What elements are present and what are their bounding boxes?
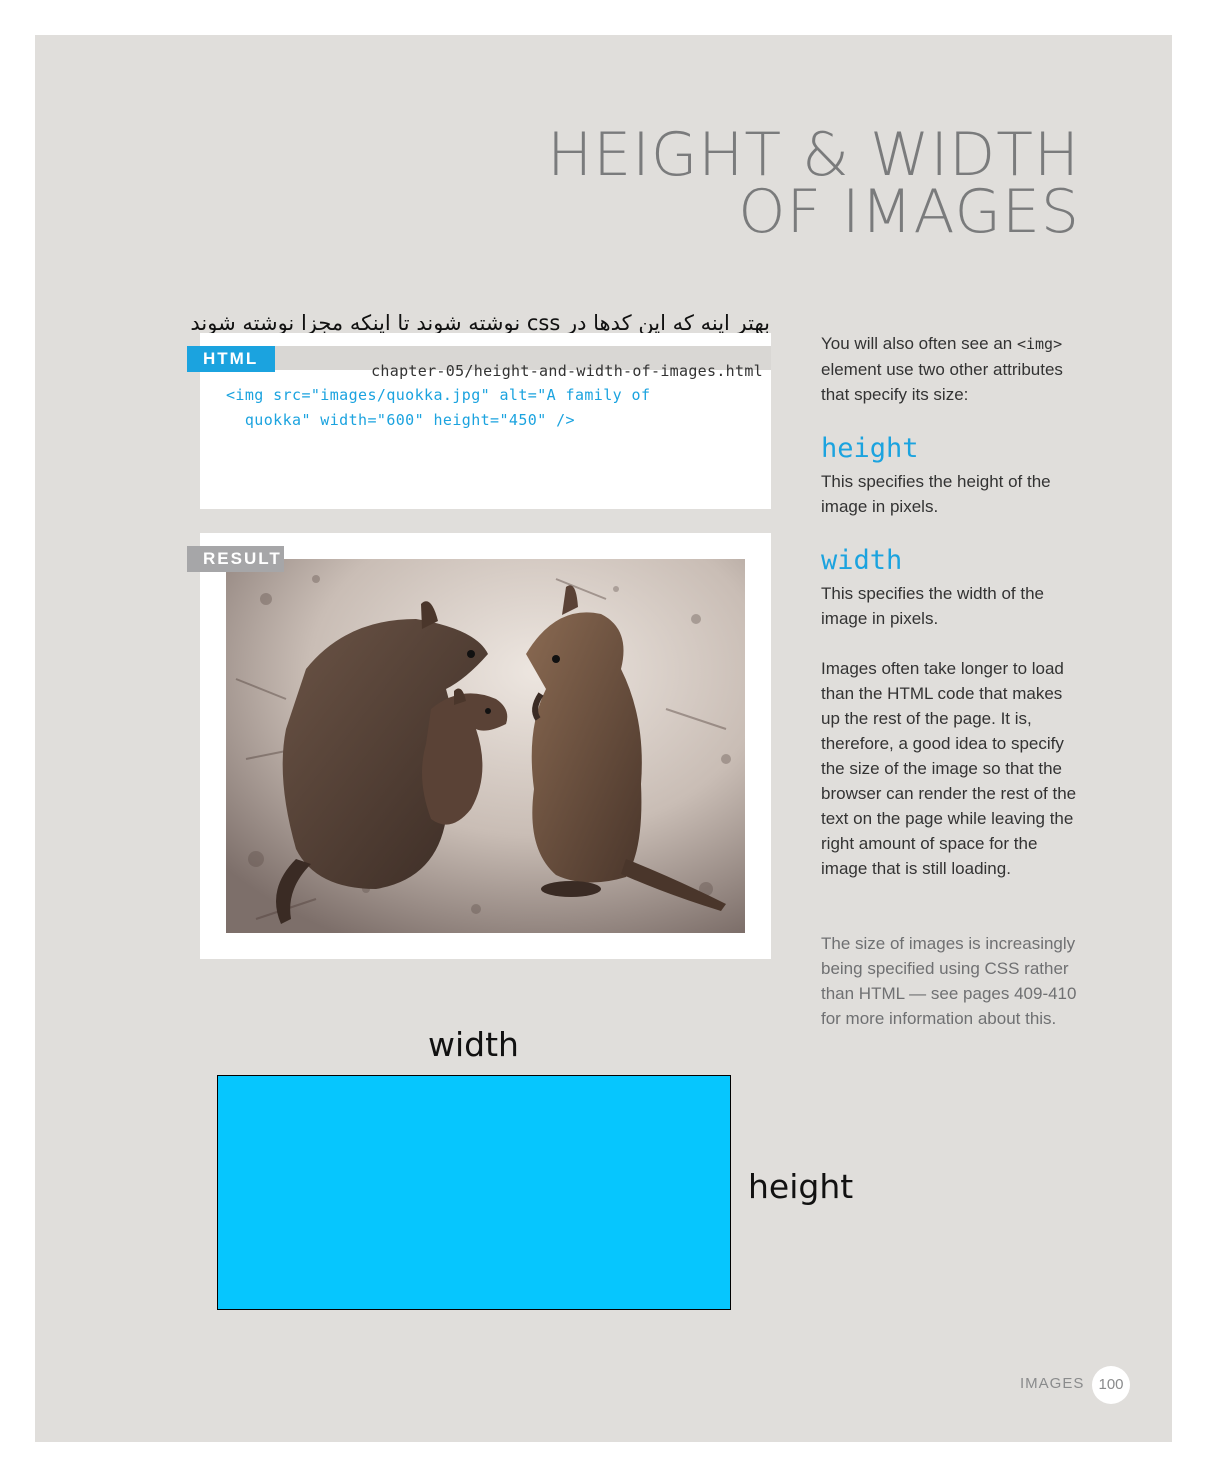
attribute-height-heading: height [821, 433, 919, 464]
title-line-1: HEIGHT & WIDTH [547, 120, 1080, 190]
sidebar-paragraph: Images often take longer to load than th… [821, 659, 1077, 878]
page-title: HEIGHT & WIDTH OF IMAGES [547, 120, 1080, 247]
html-code-panel: chapter-05/height-and-width-of-images.ht… [200, 333, 771, 509]
title-line-2: OF IMAGES [738, 177, 1080, 247]
quokka-illustration [226, 559, 745, 933]
result-panel [200, 533, 771, 959]
html-tag: HTML [187, 346, 275, 372]
footer-section-label: IMAGES [1020, 1375, 1085, 1392]
code-filename: chapter-05/height-and-width-of-images.ht… [371, 362, 763, 380]
intro-text-2: element use two other attributes that sp… [821, 360, 1063, 404]
attribute-height-description: This specifies the height of the image i… [821, 472, 1051, 516]
diagram-width-label: width [428, 1025, 519, 1064]
code-line-2: quokka" width="600" height="450" /> [226, 411, 575, 429]
handwritten-annotation: بهتر اینه که این کدها در css نوشته شوند … [190, 311, 770, 335]
code-line-1: <img src="images/quokka.jpg" alt="A fami… [226, 386, 651, 404]
attribute-width-heading: width [821, 545, 903, 576]
diagram-box [217, 1075, 731, 1310]
result-tag: RESULT [187, 546, 284, 572]
book-page: HEIGHT & WIDTH OF IMAGES بهتر اینه که ای… [35, 35, 1172, 1442]
intro-code: <img> [1016, 335, 1063, 353]
page-number-badge: 100 [1092, 1366, 1130, 1404]
quokka-photo [226, 559, 745, 933]
intro-text-1: You will also often see an [821, 334, 1017, 353]
diagram-height-label: height [748, 1167, 854, 1206]
sidebar-intro: You will also often see an <img> element… [821, 331, 1091, 407]
attribute-width-description: This specifies the width of the image in… [821, 584, 1045, 628]
sidebar-note: The size of images is increasingly being… [821, 934, 1077, 1028]
code-sample: <img src="images/quokka.jpg" alt="A fami… [226, 383, 650, 433]
code-header-bar: chapter-05/height-and-width-of-images.ht… [200, 346, 771, 380]
